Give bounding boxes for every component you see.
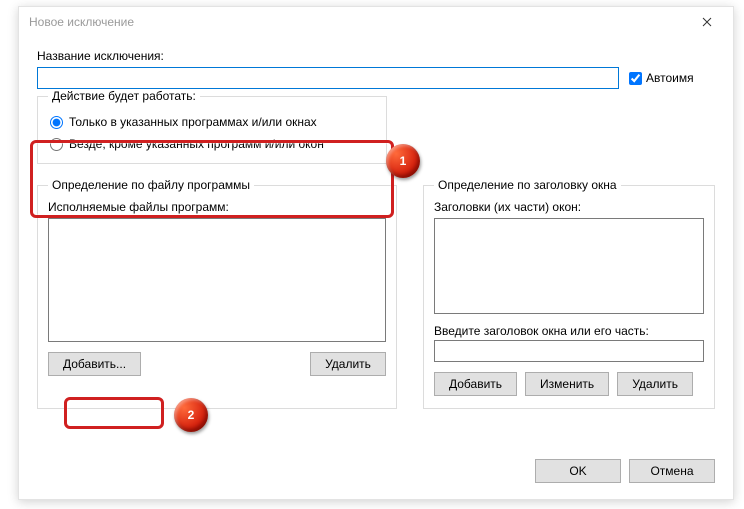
radio-only-row[interactable]: Только в указанных программах и/или окна… — [50, 115, 376, 129]
title-definition-group: Определение по заголовку окна Заголовки … — [423, 178, 715, 409]
executable-files-listbox[interactable] — [48, 218, 386, 342]
window-title: Новое исключение — [29, 15, 685, 29]
radio-only[interactable] — [50, 116, 63, 129]
file-list-label: Исполняемые файлы программ: — [48, 200, 386, 214]
auto-name-check[interactable] — [629, 72, 642, 85]
title-group-legend: Определение по заголовку окна — [434, 178, 621, 192]
auto-name-label: Автоимя — [646, 71, 694, 85]
radio-only-label: Только в указанных программах и/или окна… — [69, 115, 317, 129]
radio-except-row[interactable]: Везде, кроме указанных программ и/или ок… — [50, 137, 376, 151]
action-scope-group: Действие будет работать: Только в указан… — [37, 89, 387, 164]
file-group-legend: Определение по файлу программы — [48, 178, 254, 192]
action-scope-legend: Действие будет работать: — [48, 89, 200, 103]
close-icon — [702, 17, 712, 27]
dialog-footer: OK Отмена — [535, 459, 715, 483]
radio-except[interactable] — [50, 138, 63, 151]
dialog-window: Новое исключение Название исключения: Ав… — [18, 6, 734, 500]
cancel-button[interactable]: Отмена — [629, 459, 715, 483]
edit-title-button[interactable]: Изменить — [525, 372, 609, 396]
auto-name-checkbox[interactable]: Автоимя — [629, 71, 694, 85]
exclusion-name-input[interactable] — [37, 67, 619, 89]
radio-except-label: Везде, кроме указанных программ и/или ок… — [69, 137, 324, 151]
file-definition-group: Определение по файлу программы Исполняем… — [37, 178, 397, 409]
window-titles-listbox[interactable] — [434, 218, 704, 314]
window-title-input[interactable] — [434, 340, 704, 362]
title-input-label: Введите заголовок окна или его часть: — [434, 324, 704, 338]
add-title-button[interactable]: Добавить — [434, 372, 517, 396]
ok-button[interactable]: OK — [535, 459, 621, 483]
titlebar: Новое исключение — [19, 7, 733, 37]
close-button[interactable] — [685, 8, 729, 36]
delete-file-button[interactable]: Удалить — [310, 352, 386, 376]
name-label: Название исключения: — [37, 49, 715, 63]
title-list-label: Заголовки (их части) окон: — [434, 200, 704, 214]
delete-title-button[interactable]: Удалить — [617, 372, 693, 396]
add-file-button[interactable]: Добавить... — [48, 352, 141, 376]
